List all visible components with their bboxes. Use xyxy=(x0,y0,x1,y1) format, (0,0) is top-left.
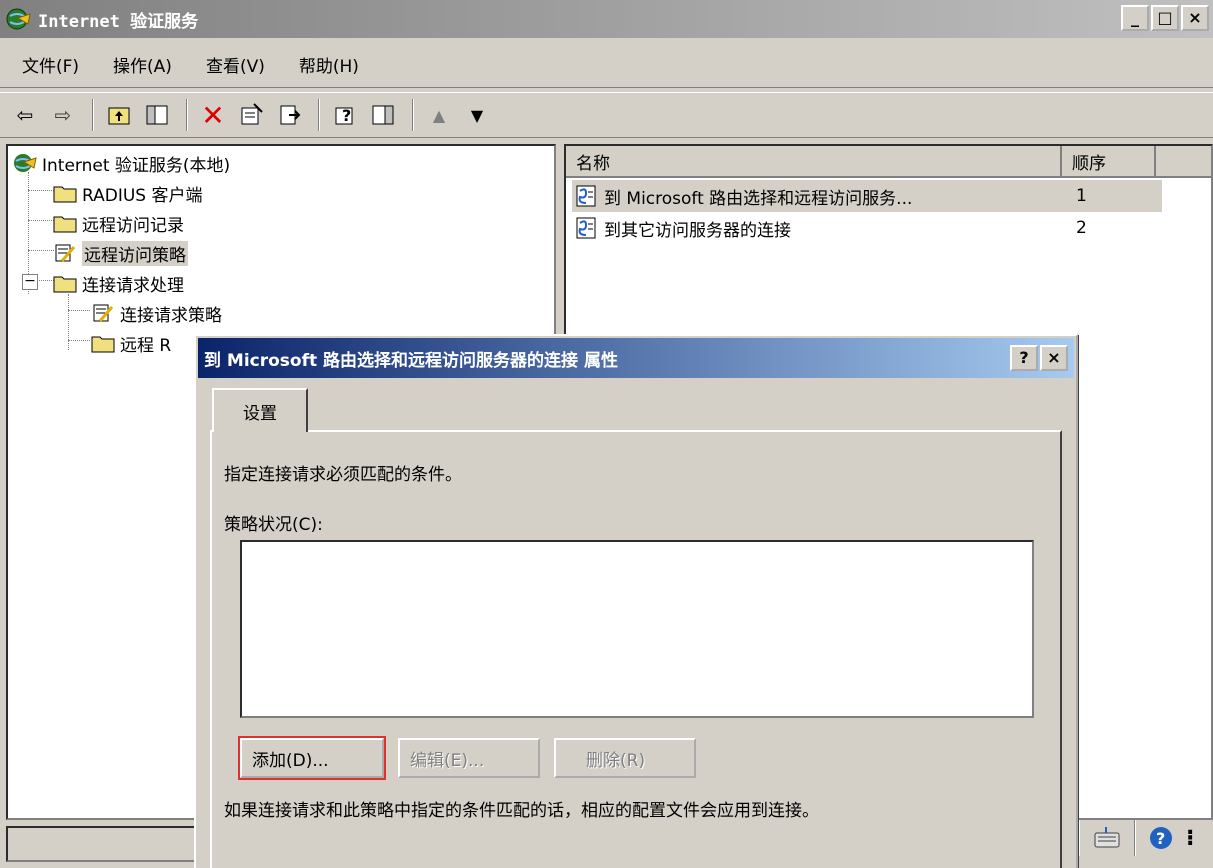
toolbar: ⇦ ⇨ ✕ ? ▲ ▼ xyxy=(0,92,1213,138)
list-row[interactable]: 到其它访问服务器的连接 2 xyxy=(572,212,1162,244)
list-row[interactable]: 到 Microsoft 路由选择和远程访问服务... 1 xyxy=(572,180,1162,212)
delete-icon[interactable]: ✕ xyxy=(196,98,230,132)
tree-item-remote-access-logging[interactable]: 远程访问记录 xyxy=(52,208,184,238)
policy-icon xyxy=(55,244,76,262)
properties-icon[interactable] xyxy=(234,98,268,132)
tree-item-connection-request-processing[interactable]: 连接请求处理 xyxy=(52,268,184,298)
folder-icon xyxy=(91,336,115,353)
move-down-icon[interactable]: ▼ xyxy=(460,98,494,132)
maximize-button[interactable]: □ xyxy=(1151,5,1179,31)
edit-button[interactable]: 编辑(E)... xyxy=(398,738,540,778)
dialog-title: 到 Microsoft 路由选择和远程访问服务器的连接 属性 xyxy=(204,350,618,371)
toolbar-separator xyxy=(186,99,188,131)
action-pane-icon[interactable] xyxy=(366,98,400,132)
window-title: Internet 验证服务 xyxy=(38,11,199,32)
list-header: 名称 顺序 xyxy=(566,146,1211,178)
folder-icon xyxy=(53,186,77,203)
tree-item-connection-request-policies[interactable]: 连接请求策略 xyxy=(90,298,222,328)
conditions-list[interactable] xyxy=(240,540,1034,718)
tree-label: 连接请求处理 xyxy=(82,275,184,296)
taskbar-tray: ? ⁝ xyxy=(1078,820,1194,856)
menu-file[interactable]: 文件(F) xyxy=(0,52,91,77)
tree-label: 远程 R xyxy=(120,335,172,356)
row-order: 2 xyxy=(1076,218,1087,238)
tree-label: Internet 验证服务(本地) xyxy=(42,155,231,176)
show-tree-icon[interactable] xyxy=(140,98,174,132)
row-order: 1 xyxy=(1076,186,1087,206)
column-order[interactable]: 顺序 xyxy=(1062,146,1156,178)
up-folder-icon[interactable] xyxy=(102,98,136,132)
tray-separator xyxy=(1078,820,1080,856)
dialog-title-bar[interactable]: 到 Microsoft 路由选择和远程访问服务器的连接 属性 ? × xyxy=(198,338,1074,378)
policy-icon xyxy=(93,304,114,322)
conditions-label: 策略状况(C): xyxy=(224,515,323,535)
instruction-text: 指定连接请求必须匹配的条件。 xyxy=(224,465,462,485)
main-title-bar[interactable]: Internet 验证服务 _ □ × xyxy=(0,0,1213,38)
policy-scroll-icon xyxy=(576,217,596,239)
tree-label: 远程访问记录 xyxy=(82,215,184,236)
tree-label: 连接请求策略 xyxy=(120,305,222,326)
toolbar-separator xyxy=(92,99,94,131)
menu-help[interactable]: 帮助(H) xyxy=(277,52,371,77)
folder-icon xyxy=(53,216,77,233)
tree-label: RADIUS 客户端 xyxy=(82,185,203,206)
policy-scroll-icon xyxy=(576,185,596,207)
delete-button[interactable]: 删除(R) xyxy=(554,738,696,778)
dialog-close-button[interactable]: × xyxy=(1040,345,1068,371)
keyboard-icon[interactable] xyxy=(1092,823,1122,853)
ias-globe-icon xyxy=(6,8,31,30)
menu-view[interactable]: 查看(V) xyxy=(184,52,277,77)
collapse-toggle[interactable]: − xyxy=(22,274,38,290)
row-name: 到 Microsoft 路由选择和远程访问服务... xyxy=(604,188,913,209)
tree-root[interactable]: Internet 验证服务(本地) xyxy=(12,148,230,178)
svg-text:?: ? xyxy=(1156,829,1165,848)
tray-separator xyxy=(1134,820,1136,856)
tree-item-radius-clients[interactable]: RADIUS 客户端 xyxy=(52,178,203,208)
minimize-button[interactable]: _ xyxy=(1121,5,1149,31)
footer-text: 如果连接请求和此策略中指定的条件匹配的话，相应的配置文件会应用到连接。 xyxy=(224,801,819,821)
back-arrow-icon[interactable]: ⇦ xyxy=(8,98,42,132)
toolbar-separator xyxy=(318,99,320,131)
overflow-icon[interactable]: ⁝ xyxy=(1186,826,1194,851)
column-name[interactable]: 名称 xyxy=(566,146,1062,178)
svg-text:?: ? xyxy=(342,106,351,125)
folder-icon xyxy=(53,276,77,293)
move-up-icon[interactable]: ▲ xyxy=(422,98,456,132)
tree-label: 远程访问策略 xyxy=(82,240,188,266)
help-tray-icon[interactable]: ? xyxy=(1148,825,1174,851)
status-bar xyxy=(6,826,196,862)
menu-action[interactable]: 操作(A) xyxy=(91,52,184,77)
toolbar-separator xyxy=(412,99,414,131)
tree-item-remote-access-policies[interactable]: 远程访问策略 xyxy=(52,238,188,268)
tab-settings[interactable]: 设置 xyxy=(212,388,308,432)
ias-globe-icon xyxy=(14,154,37,172)
close-button[interactable]: × xyxy=(1181,5,1209,31)
menu-bar: 文件(F) 操作(A) 查看(V) 帮助(H) xyxy=(0,42,1213,88)
column-empty xyxy=(1156,146,1211,178)
add-button[interactable]: 添加(D)... xyxy=(238,736,386,780)
help-icon[interactable]: ? xyxy=(328,98,362,132)
dialog-help-button[interactable]: ? xyxy=(1010,345,1038,371)
properties-dialog: 到 Microsoft 路由选择和远程访问服务器的连接 属性 ? × 设置 指定… xyxy=(194,334,1078,868)
tree-item-remote-radius[interactable]: 远程 R xyxy=(90,328,171,358)
export-list-icon[interactable] xyxy=(272,98,306,132)
forward-arrow-icon[interactable]: ⇨ xyxy=(46,98,80,132)
row-name: 到其它访问服务器的连接 xyxy=(604,220,791,241)
